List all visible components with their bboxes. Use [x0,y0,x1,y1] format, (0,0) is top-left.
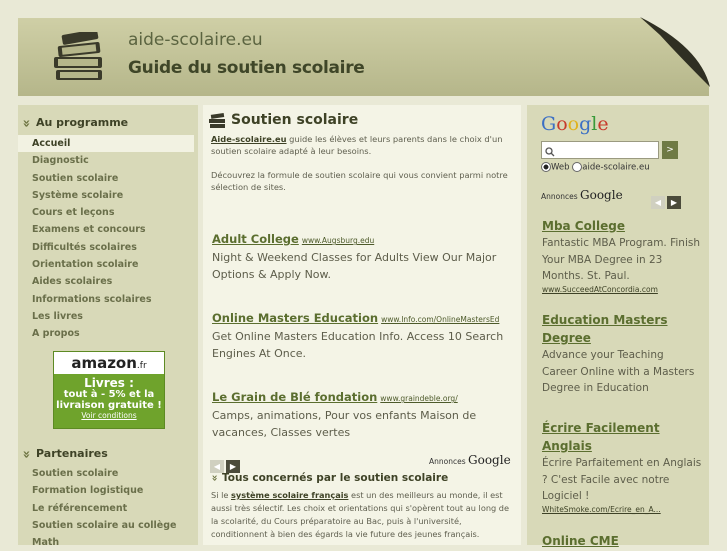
nav-item-cours-lecons[interactable]: Cours et leçons [18,204,198,221]
nav-item-aides[interactable]: Aides scolaires [18,273,198,290]
ad-block: Mba College Fantastic MBA Program. Finis… [542,217,702,294]
main-content: Soutien scolaire Aide-scolaire.eu guide … [203,105,521,545]
prev-arrow-icon[interactable]: ◀ [651,196,665,209]
ad-url-link[interactable]: www.Info.com/OnlineMastersEd [381,315,499,324]
ad-pager: ◀ ▶ [210,454,242,473]
ad-title-link[interactable]: Le Grain de Blé fondation [212,390,377,404]
search-button[interactable]: > [662,141,678,159]
partner-link[interactable]: Soutien scolaire [18,465,198,482]
nav-item-diagnostic[interactable]: Diagnostic [18,152,198,169]
ad-description: Camps, animations, Pour vos enfants Mais… [212,409,477,439]
partner-link[interactable]: Formation logistique [18,482,198,499]
partners-nav: Soutien scolaire Formation logistique Le… [18,465,198,551]
ad-block: Online CME [542,532,702,550]
ad-title-link[interactable]: Online Masters Education [212,311,378,325]
ad-description: Night & Weekend Classes for Adults View … [212,251,497,281]
nav-item-a-propos[interactable]: A propos [18,325,198,342]
books-icon [209,113,225,128]
ad-url-link[interactable]: www.graindeble.org/ [380,394,457,403]
annonces-google-label[interactable]: Annonces Google [541,188,623,202]
ad-block: Adult College www.Augsburg.edu Night & We… [212,228,518,283]
amazon-banner[interactable]: amazon.fr Livres : tout à - 5% et la liv… [53,351,165,429]
intro-text: Aide-scolaire.eu guide les élèves et leu… [211,134,508,192]
ad-description: Get Online Masters Education Info. Acces… [212,330,504,360]
ad-title-link[interactable]: Education Masters Degree [542,311,702,347]
left-sidebar: Au programme Accueil Diagnostic Soutien … [18,105,198,548]
amazon-line-2: tout à - 5% et la [63,389,155,400]
programme-heading: Au programme [18,116,128,129]
ad-title-link[interactable]: Adult College [212,232,299,246]
nav-item-livres[interactable]: Les livres [18,308,198,325]
nav-item-examens[interactable]: Examens et concours [18,221,198,238]
nav-item-systeme-scolaire[interactable]: Système scolaire [18,187,198,204]
amazon-logo: amazon.fr [54,352,164,374]
nav-item-accueil[interactable]: Accueil [18,135,194,153]
partenaires-heading: Partenaires [18,447,108,460]
partner-link[interactable]: Soutien scolaire au collège [18,517,198,534]
ad-url-link[interactable]: WhiteSmoke.com/Ecrire_en_A... [542,505,702,514]
ad-block: Education Masters Degree Advance your Te… [542,311,702,397]
page-curl-decoration [640,17,710,87]
amazon-conditions-link[interactable]: Voir conditions [54,411,164,421]
ad-title-link[interactable]: Mba College [542,217,702,235]
nav-item-informations[interactable]: Informations scolaires [18,291,198,308]
ad-description: Écrire Parfaitement en Anglais ? C'est F… [542,457,702,502]
nav-item-soutien-scolaire[interactable]: Soutien scolaire [18,170,198,187]
search-icon [545,147,555,157]
ad-url-link[interactable]: www.SucceedAtConcordia.com [542,285,702,294]
ad-pager: ◀ ▶ [651,190,683,209]
page-title: Soutien scolaire [231,112,359,128]
site-name[interactable]: aide-scolaire.eu [128,30,263,50]
main-nav: Accueil Diagnostic Soutien scolaire Syst… [18,135,198,343]
section-text: Si le système scolaire français est un d… [211,490,510,539]
right-sidebar: Google > Web aide-scolaire.eu Annonces G… [527,105,709,548]
amazon-line-1: Livres : [84,376,134,390]
radio-site[interactable] [572,162,583,172]
ad-block: Le Grain de Blé fondation www.graindeble.… [212,386,518,441]
ad-block: Online Masters Education www.Info.com/Onl… [212,307,518,362]
systeme-scolaire-link[interactable]: système scolaire français [231,490,348,500]
search-input[interactable] [541,141,659,159]
intro-site-link[interactable]: Aide-scolaire.eu [211,134,287,144]
ad-title-link[interactable]: Écrire Facilement Anglais [542,419,702,455]
ad-block: Écrire Facilement Anglais Écrire Parfait… [542,419,702,514]
search-scope: Web aide-scolaire.eu [541,162,650,173]
partner-link[interactable]: Le référencement [18,500,198,517]
amazon-line-3: livraison gratuite ! [56,400,162,411]
partner-link[interactable]: Math [18,534,198,551]
next-arrow-icon[interactable]: ▶ [667,196,681,209]
nav-item-orientation[interactable]: Orientation scolaire [18,256,198,273]
ad-url-link[interactable]: www.Augsburg.edu [302,236,374,245]
nav-item-difficultes[interactable]: Difficultés scolaires [18,239,198,256]
ad-title-link[interactable]: Online CME [542,532,702,550]
radio-web[interactable] [541,162,551,172]
google-logo: Google [541,113,609,135]
books-logo-icon [54,32,102,80]
ad-description: Advance your Teaching Career Online with… [542,349,695,394]
section-heading: Tous concernés par le soutien scolaire [211,472,448,484]
site-header: aide-scolaire.eu Guide du soutien scolai… [18,17,710,96]
annonces-google-label[interactable]: Annonces Google [429,453,511,467]
site-tagline: Guide du soutien scolaire [128,58,365,78]
ad-description: Fantastic MBA Program. Finish Your MBA D… [542,237,700,282]
